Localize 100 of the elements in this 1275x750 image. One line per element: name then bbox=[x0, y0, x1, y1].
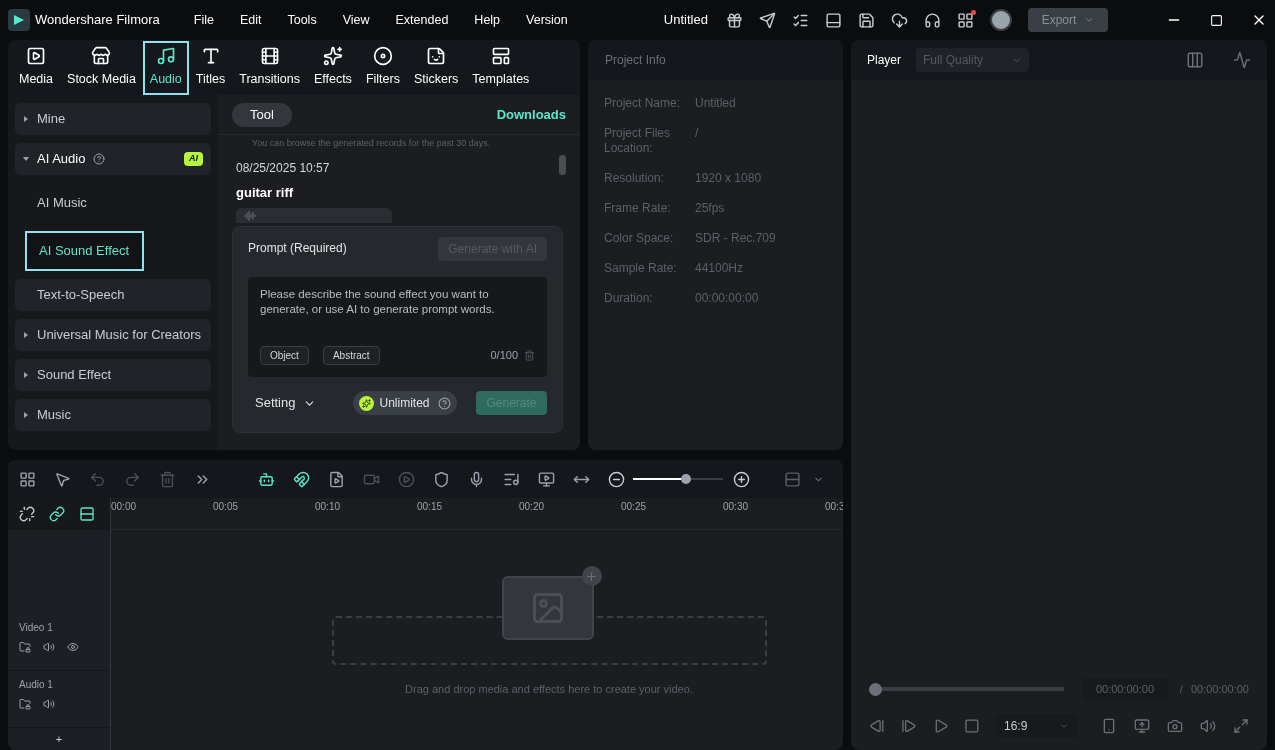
library-tab[interactable]: Stickers bbox=[406, 40, 466, 95]
help-icon[interactable] bbox=[437, 396, 451, 410]
info-value: 44100Hz bbox=[695, 261, 744, 276]
library-tab[interactable]: Media bbox=[12, 40, 61, 95]
caret-icon bbox=[23, 116, 29, 122]
menu-item[interactable]: Tools bbox=[287, 10, 317, 30]
aspect-ratio-dropdown[interactable]: 16:9 bbox=[996, 714, 1077, 738]
stop-icon[interactable] bbox=[964, 718, 980, 734]
library-tab[interactable]: Effects bbox=[306, 40, 359, 95]
preview-icon[interactable] bbox=[538, 470, 555, 488]
ruler-label: 00:20 bbox=[519, 500, 546, 514]
store-icon bbox=[91, 46, 112, 67]
library-tab[interactable]: Audio bbox=[142, 40, 189, 95]
grid-icon[interactable] bbox=[19, 470, 36, 488]
unlink-icon[interactable] bbox=[19, 506, 35, 522]
link-icon[interactable] bbox=[49, 506, 65, 522]
caret-icon bbox=[1059, 721, 1069, 731]
step-forward-icon[interactable] bbox=[900, 718, 917, 734]
volume-icon[interactable] bbox=[43, 641, 55, 653]
ai-badge: AI bbox=[184, 152, 203, 166]
library-tab[interactable]: Templates bbox=[465, 40, 537, 95]
subcategory-item[interactable]: AI Sound Effect bbox=[25, 231, 144, 271]
send-icon[interactable] bbox=[759, 11, 776, 29]
help-icon[interactable] bbox=[93, 153, 106, 165]
menu-item[interactable]: Version bbox=[526, 10, 568, 30]
panel-icon[interactable] bbox=[825, 11, 842, 29]
music-note-icon bbox=[155, 46, 176, 67]
ruler-label: 00:15 bbox=[417, 500, 444, 514]
category-item[interactable]: Universal Music for Creators bbox=[15, 319, 211, 351]
lock-icon[interactable] bbox=[19, 698, 31, 710]
tool-tab[interactable]: Tool bbox=[232, 102, 292, 127]
eye-icon[interactable] bbox=[67, 641, 79, 653]
track-height-icon[interactable] bbox=[784, 470, 801, 488]
add-track-button[interactable]: + bbox=[8, 728, 110, 750]
menu-item[interactable]: View bbox=[342, 10, 370, 30]
subcategory-item[interactable]: AI Music bbox=[25, 183, 211, 223]
volume-icon[interactable] bbox=[1200, 718, 1216, 734]
audio-clip-bar[interactable] bbox=[236, 208, 392, 223]
info-label: Sample Rate: bbox=[604, 261, 678, 276]
step-back-icon[interactable] bbox=[869, 718, 885, 734]
category-item[interactable]: Text-to-Speech bbox=[15, 279, 211, 311]
caret-icon bbox=[23, 156, 29, 162]
menu-item[interactable]: Extended bbox=[395, 10, 449, 30]
category-label: Sound Effect bbox=[37, 366, 112, 385]
apps-grid-icon[interactable] bbox=[957, 11, 974, 29]
setting-dropdown[interactable]: Setting bbox=[248, 393, 324, 413]
category-item[interactable]: AI Audio AI bbox=[15, 143, 211, 175]
plan-pill[interactable]: Unlimited bbox=[353, 391, 457, 415]
layout-icon[interactable] bbox=[1186, 51, 1204, 69]
record-time: 08/25/2025 10:57 bbox=[236, 159, 331, 177]
library-tab[interactable]: Transitions bbox=[232, 40, 307, 95]
caret-icon bbox=[23, 412, 29, 418]
robot-icon[interactable] bbox=[258, 470, 275, 488]
records-notice: You can browse the generated records for the past 30 days. bbox=[251, 137, 492, 150]
library-tab[interactable]: Stock Media bbox=[60, 40, 143, 95]
library-tab[interactable]: Titles bbox=[188, 40, 233, 95]
prompt-chip[interactable]: Abstract bbox=[322, 346, 380, 365]
prompt-field[interactable]: Please describe the sound effect you want to generate, or use AI to generate prompt words. Object Abstract 0/100 bbox=[248, 277, 547, 377]
pointer-icon[interactable] bbox=[54, 470, 71, 488]
lock-icon[interactable] bbox=[19, 641, 31, 653]
marker-icon[interactable] bbox=[433, 470, 450, 488]
player-tab[interactable]: Player bbox=[867, 51, 901, 69]
zoom-in-icon[interactable] bbox=[733, 470, 750, 488]
category-item[interactable]: Sound Effect bbox=[15, 359, 211, 391]
progress-thumb[interactable] bbox=[869, 682, 882, 696]
magnet-icon[interactable] bbox=[293, 470, 310, 488]
info-value: 25fps bbox=[695, 201, 725, 216]
zoom-out-icon[interactable] bbox=[608, 470, 625, 488]
avatar[interactable] bbox=[990, 9, 1012, 31]
downloads-link[interactable]: Downloads bbox=[496, 104, 566, 125]
library-tab[interactable]: Filters bbox=[358, 40, 407, 95]
cloud-icon[interactable] bbox=[891, 11, 908, 29]
volume-icon[interactable] bbox=[43, 698, 55, 710]
category-item[interactable]: Music bbox=[15, 399, 211, 431]
sparkle-icon bbox=[322, 46, 343, 67]
save-icon[interactable] bbox=[858, 11, 875, 29]
prompt-chip[interactable]: Object bbox=[260, 346, 309, 365]
media-icon bbox=[26, 46, 46, 67]
fullscreen-icon[interactable] bbox=[1233, 718, 1249, 734]
ruler-label: 00:00 bbox=[111, 500, 138, 514]
clip-icon[interactable] bbox=[328, 470, 345, 488]
scrollbar-thumb[interactable] bbox=[559, 155, 566, 175]
ruler-label: 00:10 bbox=[315, 500, 342, 514]
phone-icon[interactable] bbox=[1101, 718, 1117, 734]
time-separator: / bbox=[1179, 681, 1183, 697]
monitor-icon[interactable] bbox=[1134, 718, 1150, 734]
menu-item[interactable]: File bbox=[193, 10, 214, 30]
headset-icon[interactable] bbox=[924, 11, 941, 29]
microphone-icon[interactable] bbox=[468, 470, 485, 488]
menu-item[interactable]: Edit bbox=[239, 10, 262, 30]
zoom-thumb[interactable] bbox=[681, 474, 691, 484]
menu-item[interactable]: Help bbox=[474, 10, 501, 30]
maximize-icon[interactable] bbox=[1210, 13, 1223, 27]
waveform-monitor-icon[interactable] bbox=[1233, 51, 1251, 69]
gift-icon[interactable] bbox=[726, 11, 743, 29]
category-label: Music bbox=[37, 406, 71, 425]
disc-icon bbox=[372, 46, 393, 67]
track-icon[interactable] bbox=[79, 506, 95, 522]
camera-icon[interactable] bbox=[1167, 718, 1183, 734]
category-item[interactable]: Mine bbox=[15, 103, 211, 135]
